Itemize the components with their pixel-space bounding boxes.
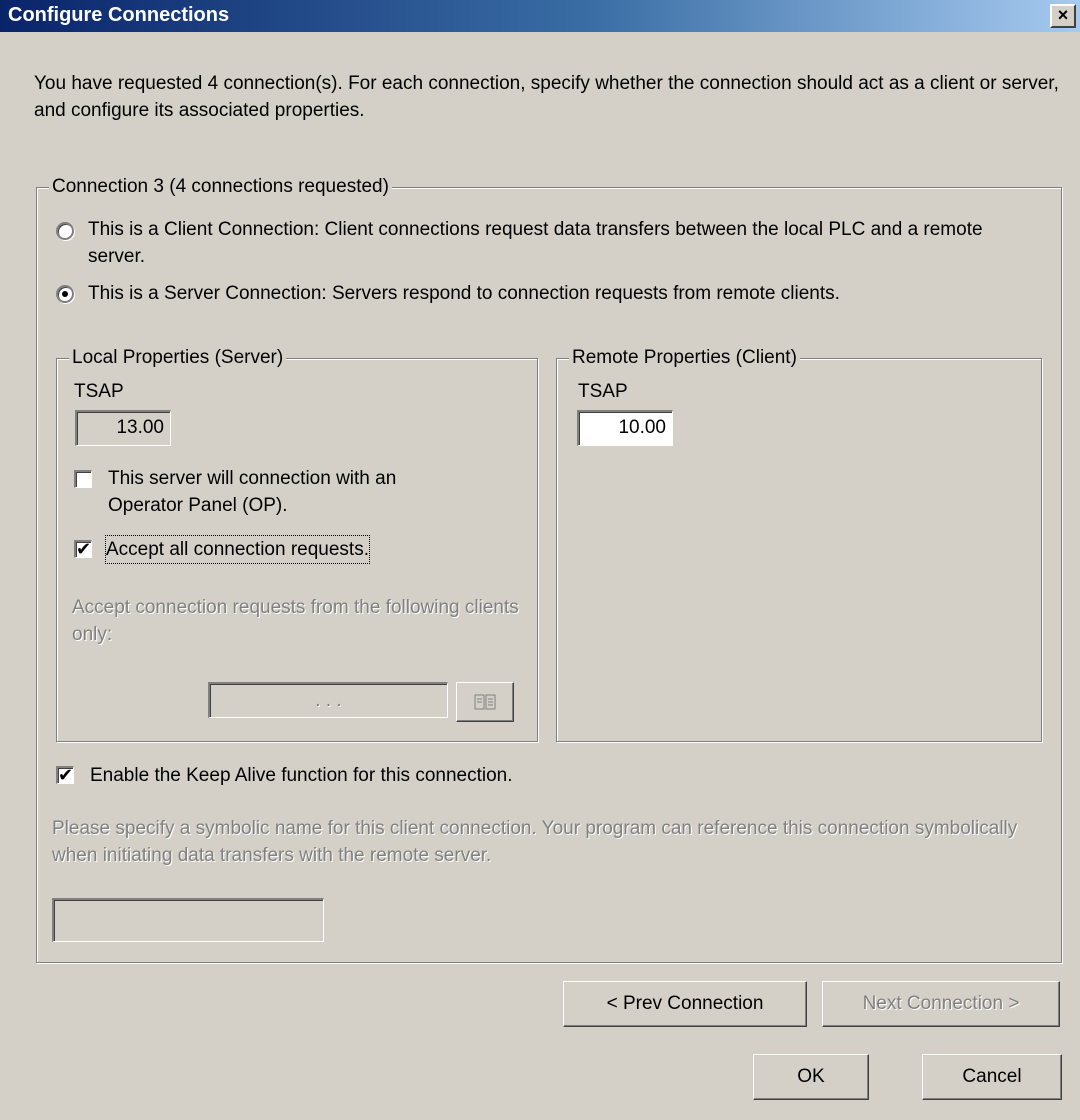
checkmark-icon: ✔ (58, 765, 74, 785)
title-bar: Configure Connections × (0, 0, 1080, 32)
local-tsap-label: TSAP (74, 381, 124, 402)
connection-group-legend: Connection 3 (4 connections requested) (49, 175, 392, 199)
client-connection-radio[interactable] (56, 222, 74, 240)
operator-panel-checkbox[interactable] (74, 470, 92, 488)
keep-alive-checkbox[interactable]: ✔ (56, 765, 74, 785)
prev-connection-button[interactable]: < Prev Connection (563, 981, 807, 1027)
remote-properties-legend: Remote Properties (Client) (569, 346, 800, 370)
close-icon: × (1057, 5, 1069, 25)
server-connection-radio[interactable] (56, 285, 74, 303)
window-title: Configure Connections (8, 4, 230, 26)
accept-all-label[interactable]: Accept all connection requests. (105, 535, 370, 564)
operator-panel-label[interactable]: This server will connection with an Oper… (108, 465, 468, 519)
local-tsap-field: 13.00 (75, 410, 171, 446)
symbolic-name-hint: Please specify a symbolic name for this … (52, 818, 1018, 866)
ok-button[interactable]: OK (753, 1054, 869, 1100)
symbolic-name-field (52, 898, 324, 942)
intro-text: You have requested 4 connection(s). For … (34, 73, 1059, 121)
remote-tsap-field[interactable]: 10.00 (577, 410, 673, 446)
cancel-button[interactable]: Cancel (922, 1054, 1062, 1100)
accept-all-checkbox[interactable]: ✔ (74, 539, 92, 559)
local-properties-legend: Local Properties (Server) (69, 346, 287, 370)
remote-tsap-label: TSAP (578, 381, 628, 402)
address-book-icon (474, 694, 496, 710)
radio-selected-dot (62, 291, 68, 297)
client-ip-field: . . . (208, 682, 448, 718)
ip-separators: . . . (315, 690, 342, 711)
keep-alive-label[interactable]: Enable the Keep Alive function for this … (90, 762, 513, 789)
browse-clients-button (456, 682, 514, 722)
server-connection-label[interactable]: This is a Server Connection: Servers res… (88, 280, 1048, 307)
accept-from-label: Accept connection requests from the foll… (72, 597, 519, 645)
next-connection-button[interactable]: Next Connection > (822, 981, 1060, 1027)
close-button[interactable]: × (1050, 4, 1076, 28)
client-connection-label[interactable]: This is a Client Connection: Client conn… (88, 216, 1038, 270)
checkmark-icon: ✔ (76, 539, 92, 559)
